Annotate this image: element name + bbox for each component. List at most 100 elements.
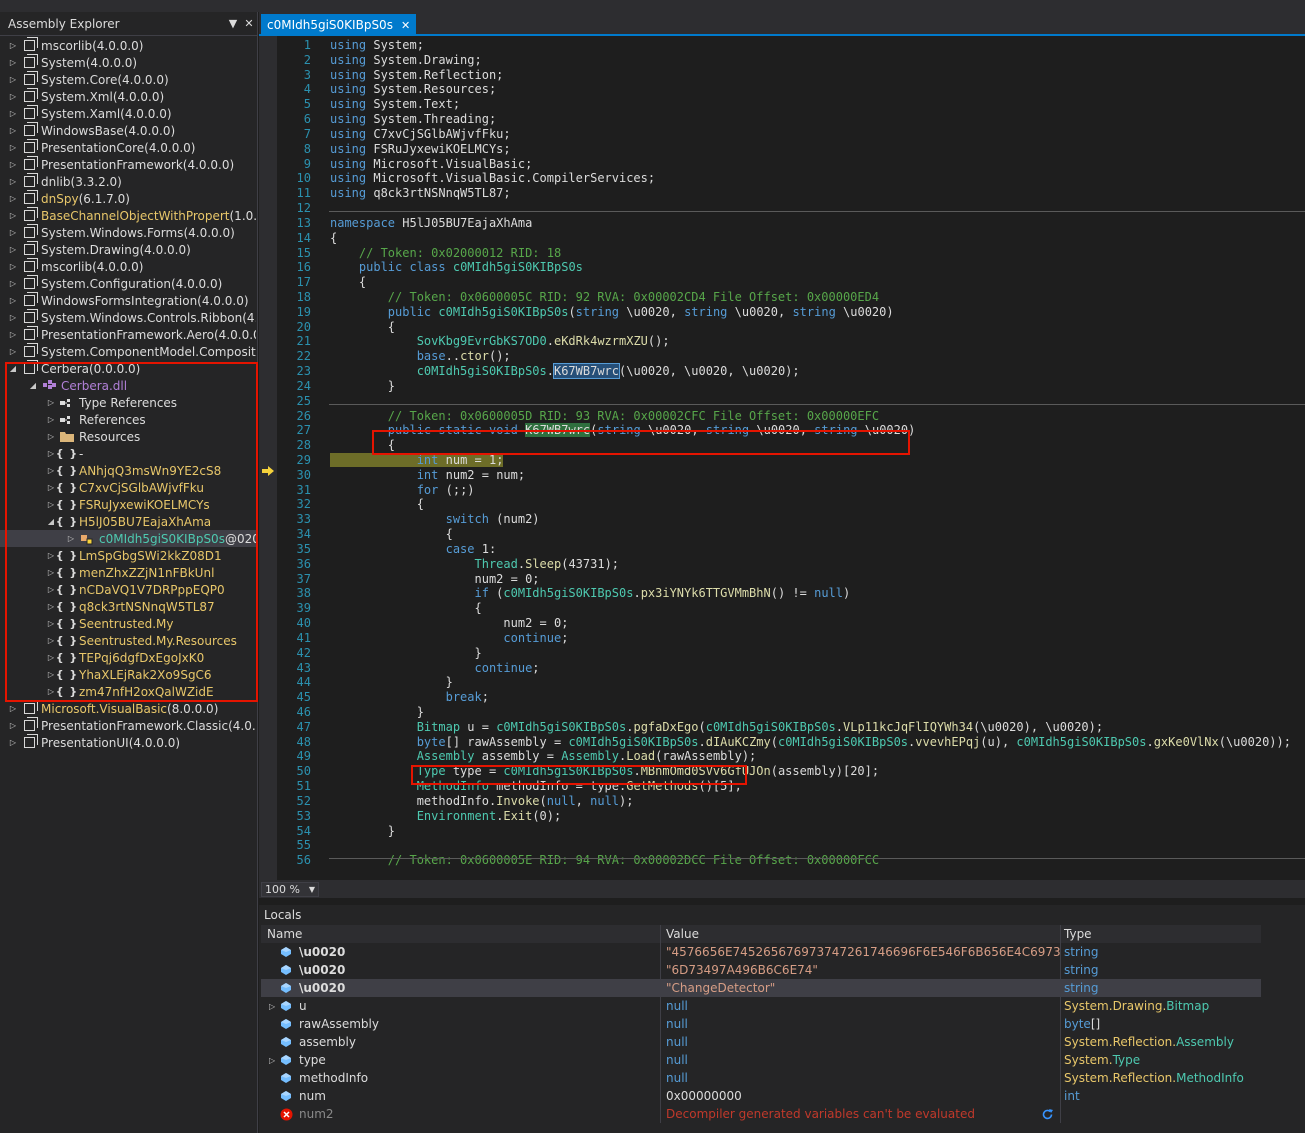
tree-item[interactable]: ▷{ } q8ck3rtNSNnqW5TL87 bbox=[0, 598, 256, 615]
code-text[interactable]: Bitmap u = c0MIdh5giS0KIBpS0s.pgfaDxEgo(… bbox=[330, 719, 1103, 735]
code-text[interactable]: } bbox=[330, 378, 395, 394]
tree-item[interactable]: ▷{ } YhaXLEjRak2Xo9SgC6 bbox=[0, 666, 256, 683]
tree-item[interactable]: ▷ PresentationFramework.Aero (4.0.0.0) bbox=[0, 326, 256, 343]
code-text[interactable]: using System.Text; bbox=[330, 96, 460, 112]
code-text[interactable]: SovKbg9EvrGbKS7OD0.eKdRk4wzrmXZU(); bbox=[330, 333, 670, 349]
dropdown-icon[interactable]: ▼ bbox=[225, 17, 241, 30]
tab-c0midh5gis0kibps0s[interactable]: c0MIdh5giS0KIBpS0s ✕ bbox=[261, 14, 417, 36]
code-text[interactable]: using Microsoft.VisualBasic; bbox=[330, 156, 532, 172]
collapsed-arrow-icon[interactable]: ▷ bbox=[46, 483, 56, 492]
code-text[interactable]: namespace H5lJ05BU7EajaXhAma bbox=[330, 215, 532, 231]
refresh-icon[interactable] bbox=[1041, 1108, 1054, 1121]
locals-row[interactable]: ▷ u null System.Drawing.Bitmap bbox=[261, 997, 1261, 1015]
code-text[interactable]: // Token: 0x02000012 RID: 18 bbox=[330, 245, 561, 261]
locals-row[interactable]: ▷ type null System.Type bbox=[261, 1051, 1261, 1069]
locals-row[interactable]: num 0x00000000 int bbox=[261, 1087, 1261, 1105]
code-text[interactable]: using FSRuJyxewiKOELMCYs; bbox=[330, 141, 511, 157]
tree-item[interactable]: ▷ System (4.0.0.0) bbox=[0, 54, 256, 71]
tree-item[interactable]: ▷{ } LmSpGbgSWi2kkZ08D1 bbox=[0, 547, 256, 564]
collapsed-arrow-icon[interactable]: ▷ bbox=[8, 41, 18, 50]
tree-item[interactable]: ▷ System.Configuration (4.0.0.0) bbox=[0, 275, 256, 292]
code-text[interactable]: num2 = 0; bbox=[330, 615, 568, 631]
code-text[interactable]: continue; bbox=[330, 660, 540, 676]
collapsed-arrow-icon[interactable]: ▷ bbox=[269, 1056, 275, 1065]
collapsed-arrow-icon[interactable]: ▷ bbox=[8, 330, 18, 339]
tree-item[interactable]: ▷ System.Core (4.0.0.0) bbox=[0, 71, 256, 88]
tree-item[interactable]: ▷ mscorlib (4.0.0.0) bbox=[0, 258, 256, 275]
collapsed-arrow-icon[interactable]: ▷ bbox=[8, 143, 18, 152]
local-value-cell[interactable]: Decompiler generated variables can't be … bbox=[661, 1105, 1061, 1123]
tree-item[interactable]: ▷ PresentationUI (4.0.0.0) bbox=[0, 734, 256, 751]
code-text[interactable]: using q8ck3rtNSNnqW5TL87; bbox=[330, 185, 511, 201]
tree-item[interactable]: ▷ References bbox=[0, 411, 256, 428]
code-text[interactable]: using C7xvCjSGlbAWjvfFku; bbox=[330, 126, 511, 142]
code-text[interactable]: using System.Reflection; bbox=[330, 67, 503, 83]
collapsed-arrow-icon[interactable]: ▷ bbox=[8, 296, 18, 305]
code-text[interactable]: num2 = 0; bbox=[330, 571, 539, 587]
collapsed-arrow-icon[interactable]: ▷ bbox=[8, 704, 18, 713]
code-text[interactable]: using System.Resources; bbox=[330, 81, 496, 97]
tree-item[interactable]: ▷ System.Windows.Forms (4.0.0.0) bbox=[0, 224, 256, 241]
tree-item[interactable]: ◢{ } H5lJ05BU7EajaXhAma bbox=[0, 513, 256, 530]
locals-row[interactable]: \u0020 "6D73497A496B6C6E74" string bbox=[261, 961, 1261, 979]
zoom-combobox[interactable]: 100 % ▼ bbox=[261, 881, 319, 897]
collapsed-arrow-icon[interactable]: ▷ bbox=[46, 449, 56, 458]
code-text[interactable]: } bbox=[330, 645, 481, 661]
collapsed-arrow-icon[interactable]: ▷ bbox=[8, 109, 18, 118]
tree-item[interactable]: ▷{ } - bbox=[0, 445, 256, 462]
code-text[interactable]: public static void K67WB7wrc(string \u00… bbox=[330, 422, 915, 438]
code-text[interactable]: // Token: 0x0600005C RID: 92 RVA: 0x0000… bbox=[330, 289, 879, 305]
code-text[interactable]: Environment.Exit(0); bbox=[330, 808, 562, 824]
collapsed-arrow-icon[interactable]: ▷ bbox=[46, 432, 56, 441]
code-text[interactable]: case 1: bbox=[330, 541, 497, 557]
code-text[interactable]: for (;;) bbox=[330, 482, 475, 498]
local-value-cell[interactable]: "4576656E745265676973747261746696F6E546F… bbox=[661, 943, 1061, 961]
code-text[interactable]: } bbox=[330, 674, 453, 690]
column-name-header[interactable]: Name bbox=[261, 925, 661, 943]
code-text[interactable]: using System; bbox=[330, 37, 424, 53]
locals-row[interactable]: rawAssembly null byte[] bbox=[261, 1015, 1261, 1033]
code-text[interactable]: { bbox=[330, 600, 481, 616]
code-text[interactable]: // Token: 0x0600005D RID: 93 RVA: 0x0000… bbox=[330, 408, 879, 424]
collapsed-arrow-icon[interactable]: ▷ bbox=[8, 75, 18, 84]
code-text[interactable]: Thread.Sleep(43731); bbox=[330, 556, 620, 572]
collapsed-arrow-icon[interactable]: ▷ bbox=[46, 551, 56, 560]
local-value-cell[interactable]: null bbox=[661, 1033, 1061, 1051]
code-text[interactable]: break; bbox=[330, 689, 489, 705]
tree-item[interactable]: ▷ c0MIdh5giS0KIBpS0s @02000 bbox=[0, 530, 256, 547]
local-value-cell[interactable]: null bbox=[661, 1051, 1061, 1069]
tree-item[interactable]: ◢ Cerbera (0.0.0.0) bbox=[0, 360, 256, 377]
collapsed-arrow-icon[interactable]: ▷ bbox=[8, 228, 18, 237]
tree-item[interactable]: ▷{ } menZhxZZjN1nFBkUnl bbox=[0, 564, 256, 581]
collapsed-arrow-icon[interactable]: ▷ bbox=[8, 194, 18, 203]
code-editor[interactable]: 1 using System; 2 using System.Drawing; 3 usi… bbox=[259, 36, 1305, 880]
tree-item[interactable]: ▷ Type References bbox=[0, 394, 256, 411]
collapsed-arrow-icon[interactable]: ▷ bbox=[46, 619, 56, 628]
local-value-cell[interactable]: "ChangeDetector" bbox=[661, 979, 1061, 997]
collapsed-arrow-icon[interactable]: ▷ bbox=[46, 602, 56, 611]
collapsed-arrow-icon[interactable]: ▷ bbox=[46, 653, 56, 662]
tree-item[interactable]: ▷{ } Seentrusted.My.Resources bbox=[0, 632, 256, 649]
local-value-cell[interactable]: null bbox=[661, 1069, 1061, 1087]
collapsed-arrow-icon[interactable]: ▷ bbox=[46, 585, 56, 594]
tree-item[interactable]: ▷ PresentationFramework (4.0.0.0) bbox=[0, 156, 256, 173]
code-text[interactable]: using Microsoft.VisualBasic.CompilerServ… bbox=[330, 170, 655, 186]
collapsed-arrow-icon[interactable]: ▷ bbox=[46, 687, 56, 696]
code-text[interactable]: // Token: 0x0600005E RID: 94 RVA: 0x0000… bbox=[330, 852, 879, 868]
tree-item[interactable]: ▷{ } ANhjqQ3msWn9YE2cS8 bbox=[0, 462, 256, 479]
tree-item[interactable]: ▷ WindowsBase (4.0.0.0) bbox=[0, 122, 256, 139]
tree-item[interactable]: ▷ PresentationCore (4.0.0.0) bbox=[0, 139, 256, 156]
collapsed-arrow-icon[interactable]: ▷ bbox=[8, 262, 18, 271]
code-text[interactable]: using System.Threading; bbox=[330, 111, 496, 127]
collapsed-arrow-icon[interactable]: ▷ bbox=[46, 568, 56, 577]
locals-row[interactable]: assembly null System.Reflection.Assembly bbox=[261, 1033, 1261, 1051]
tree-item[interactable]: ◢ Cerbera.dll bbox=[0, 377, 256, 394]
collapsed-arrow-icon[interactable]: ▷ bbox=[8, 738, 18, 747]
collapsed-arrow-icon[interactable]: ▷ bbox=[8, 347, 18, 356]
tree-item[interactable]: ▷{ } Seentrusted.My bbox=[0, 615, 256, 632]
expanded-arrow-icon[interactable]: ◢ bbox=[46, 517, 56, 526]
collapsed-arrow-icon[interactable]: ▷ bbox=[66, 534, 76, 543]
tree-item[interactable]: ▷{ } nCDaVQ1V7DRPppEQP0 bbox=[0, 581, 256, 598]
code-text[interactable]: { bbox=[330, 437, 395, 453]
tree-item[interactable]: ▷ System.Xaml (4.0.0.0) bbox=[0, 105, 256, 122]
